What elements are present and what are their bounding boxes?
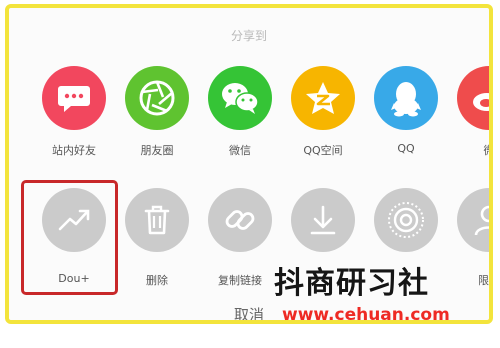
download-icon	[291, 188, 355, 252]
share-target-weibo[interactable]: 微	[445, 66, 490, 158]
dou-plus-highlight-box	[21, 180, 118, 295]
share-target-label: QQ	[397, 142, 415, 155]
action-label: 限流	[478, 274, 489, 287]
weibo-icon	[457, 66, 489, 130]
share-target-label: QQ空间	[303, 144, 343, 157]
share-target-label: 微信	[229, 144, 251, 157]
share-target-label: 微	[445, 142, 490, 158]
watermark-url: www.cehuan.com	[282, 305, 450, 325]
action-copy-link[interactable]: 复制链接	[196, 188, 284, 288]
share-target-wechat[interactable]: 微信	[196, 66, 284, 158]
action-label: 删除	[146, 274, 168, 287]
qq-penguin-icon	[374, 66, 438, 130]
share-target-qq[interactable]: QQ	[362, 66, 450, 155]
share-target-label: 站内好友	[52, 144, 96, 157]
camera-aperture-icon	[125, 66, 189, 130]
live-photo-icon	[374, 188, 438, 252]
action-limit[interactable]: 限流	[445, 188, 489, 288]
watermark-site-name: 抖商研习社	[274, 266, 429, 301]
wechat-icon	[208, 66, 272, 130]
trash-icon	[125, 188, 189, 252]
share-target-label: 朋友圈	[140, 144, 174, 157]
user-icon	[457, 188, 489, 252]
share-target-moments[interactable]: 朋友圈	[113, 66, 201, 158]
share-sheet-title: 分享到	[230, 29, 267, 43]
share-target-qzone[interactable]: QQ空间	[279, 66, 367, 158]
action-delete[interactable]: 删除	[113, 188, 201, 288]
link-icon	[208, 188, 272, 252]
chat-bubble-icon	[42, 66, 106, 130]
action-label: 复制链接	[218, 274, 262, 287]
share-target-friends[interactable]: 站内好友	[30, 66, 118, 158]
qzone-star-icon	[291, 66, 355, 130]
